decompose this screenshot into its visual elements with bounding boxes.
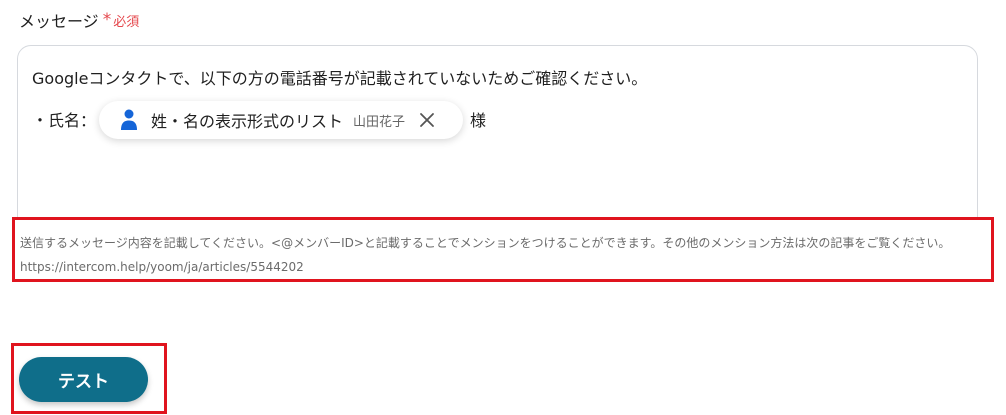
test-button[interactable]: テスト [19, 357, 148, 402]
message-line-2-suffix: 様 [470, 111, 487, 130]
message-line-2-prefix: ・氏名： [32, 111, 97, 130]
required-star: * [102, 10, 112, 30]
field-label-text: メッセージ [19, 12, 99, 31]
chip-label: 姓・名の表示形式のリスト [151, 112, 344, 131]
person-icon [121, 109, 137, 130]
message-textarea[interactable]: Googleコンタクトで、以下の方の電話番号が記載されていないためご確認ください… [17, 45, 978, 230]
chip-sample-value: 山田花子 [353, 114, 406, 130]
variable-chip[interactable]: 姓・名の表示形式のリスト 山田花子 [99, 101, 463, 139]
field-label: メッセージ * 必須 [19, 8, 139, 32]
message-line-1: Googleコンタクトで、以下の方の電話番号が記載されていないためご確認ください… [32, 69, 648, 88]
help-text: 送信するメッセージ内容を記載してください。<@メンバーID>と記載することでメン… [20, 236, 951, 274]
close-icon[interactable] [419, 112, 435, 128]
help-highlight-box: 送信するメッセージ内容を記載してください。<@メンバーID>と記載することでメン… [12, 217, 994, 282]
required-badge: 必須 [113, 14, 140, 30]
